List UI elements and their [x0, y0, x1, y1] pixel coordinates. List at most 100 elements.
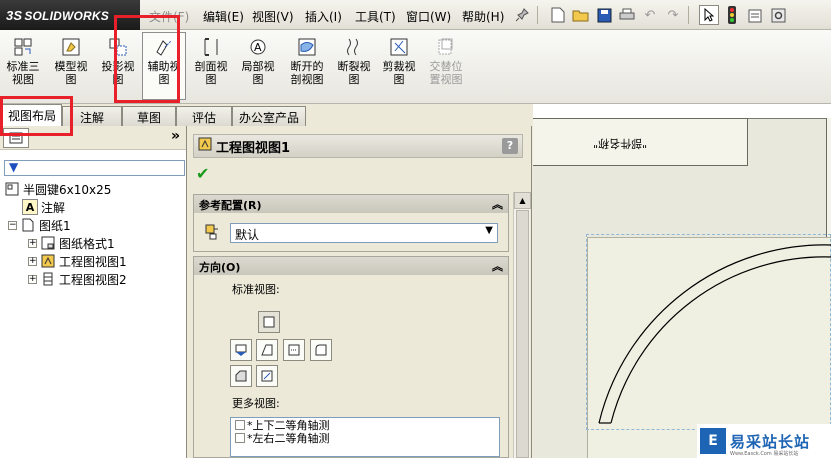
- tab-annotation[interactable]: 注解: [62, 106, 122, 126]
- model-view-icon: [60, 36, 82, 58]
- break-view-icon: [343, 36, 365, 58]
- bottom-view-icon: [235, 370, 247, 382]
- print-icon[interactable]: [617, 5, 637, 25]
- projected-view-label: 投影视 图: [101, 60, 135, 86]
- command-manager-tabs: 视图布局 注解 草图 评估 办公室产品: [0, 104, 532, 126]
- file-properties-icon[interactable]: [745, 5, 765, 25]
- part-name-note[interactable]: "部件名称": [593, 136, 647, 152]
- crop-view-button[interactable]: 剪裁视 图: [378, 36, 420, 86]
- detail-view-button[interactable]: A 局部视 图: [237, 36, 279, 86]
- bottom-view-button[interactable]: [230, 365, 252, 387]
- crop-view-label: 剪裁视 图: [382, 60, 416, 86]
- checkbox-box[interactable]: [235, 419, 245, 430]
- front-view-icon: [263, 316, 275, 328]
- tree-drawing-view-2-label: 工程图视图2: [59, 272, 127, 287]
- right-view-icon: [288, 344, 300, 356]
- configuration-icon: [204, 223, 220, 244]
- sheet-icon: [20, 217, 36, 233]
- menu-file[interactable]: 文件(F): [149, 8, 189, 25]
- tree-sheet-format-label: 图纸格式1: [59, 236, 115, 251]
- auxiliary-view-button[interactable]: 辅助视 图: [142, 32, 186, 100]
- expand-toggle-icon[interactable]: +: [28, 274, 37, 284]
- solidworks-logo[interactable]: 3S SOLIDWORKS: [0, 0, 140, 30]
- top-view-button[interactable]: [230, 339, 252, 361]
- more-views-list[interactable]: *上下二等角轴测 *左右二等角轴测: [230, 417, 500, 457]
- alternate-position-view-button[interactable]: 交替位 置视图: [424, 36, 468, 86]
- property-manager-title-bar: 工程图视图1 ?: [193, 134, 523, 158]
- svg-text:A: A: [254, 41, 262, 54]
- tab-office-products[interactable]: 办公室产品: [232, 106, 306, 126]
- menu-edit[interactable]: 编辑(E): [203, 8, 244, 25]
- collapse-toggle-icon[interactable]: −: [8, 220, 17, 230]
- menu-help[interactable]: 帮助(H): [462, 8, 504, 25]
- left-view-button[interactable]: [256, 339, 278, 361]
- tree-annotations[interactable]: A 注解: [22, 198, 65, 216]
- crop-view-icon: [388, 36, 410, 58]
- isometric-view-button[interactable]: [256, 365, 278, 387]
- top-view-icon: [235, 344, 247, 356]
- tree-filter-input[interactable]: ▼: [4, 160, 185, 176]
- drawing-document-icon: [4, 181, 20, 197]
- tree-drawing-view-2[interactable]: + 工程图视图2: [28, 270, 127, 288]
- expand-toggle-icon[interactable]: +: [28, 238, 37, 248]
- menu-insert[interactable]: 插入(I): [305, 8, 342, 25]
- options-gear-icon[interactable]: [768, 5, 788, 25]
- annotation-a-icon: A: [22, 199, 38, 215]
- collapse-double-chevron-icon[interactable]: ︽: [492, 258, 503, 274]
- more-view-checkbox-1[interactable]: *左右二等角轴测: [231, 431, 499, 445]
- tab-sketch[interactable]: 草图: [122, 106, 176, 126]
- save-icon[interactable]: [594, 5, 614, 25]
- reference-configuration-title: 参考配置(R): [199, 199, 262, 212]
- scrollbar-thumb[interactable]: [516, 210, 529, 458]
- model-view-button[interactable]: 模型视 图: [50, 36, 92, 86]
- redo-icon[interactable]: ↷: [663, 5, 683, 25]
- auxiliary-view-label: 辅助视 图: [147, 60, 181, 86]
- front-view-button[interactable]: [258, 311, 280, 333]
- auxiliary-drawing-view-icon: [40, 271, 56, 287]
- standard-views-label: 标准视图:: [232, 283, 280, 296]
- break-view-button[interactable]: 断裂视 图: [333, 36, 375, 86]
- right-view-button[interactable]: [283, 339, 305, 361]
- tree-sheet[interactable]: − 图纸1: [8, 216, 71, 234]
- standard-3-view-label: 标准三 视图: [6, 60, 40, 86]
- tree-drawing-view-1[interactable]: + 工程图视图1: [28, 252, 127, 270]
- section-view-button[interactable]: 剖面视 图: [190, 36, 232, 86]
- rebuild-traffic-light-icon[interactable]: [722, 5, 742, 25]
- reference-configuration-select[interactable]: 默认 ▼: [230, 223, 498, 243]
- menu-tools[interactable]: 工具(T): [355, 8, 396, 25]
- expand-panel-chevron-icon[interactable]: »: [171, 128, 180, 144]
- orientation-group: 方向(O) ︽ 标准视图: 更多视图: *上下二等角轴测 *左右二等角轴测: [193, 256, 509, 458]
- standard-3-view-button[interactable]: 标准三 视图: [2, 36, 44, 86]
- new-document-icon[interactable]: [548, 5, 568, 25]
- reference-configuration-header[interactable]: 参考配置(R) ︽: [194, 195, 508, 213]
- menu-window[interactable]: 窗口(W): [406, 8, 451, 25]
- tree-sheet-format[interactable]: + 图纸格式1: [28, 234, 115, 252]
- checkbox-box[interactable]: [235, 432, 245, 443]
- scroll-up-arrow-icon[interactable]: ▲: [514, 192, 531, 209]
- collapse-double-chevron-icon[interactable]: ︽: [492, 196, 503, 212]
- break-view-label: 断裂视 图: [337, 60, 371, 86]
- expand-toggle-icon[interactable]: +: [28, 256, 37, 266]
- projected-view-button[interactable]: 投影视 图: [97, 36, 139, 86]
- projected-view-icon: [107, 36, 129, 58]
- tab-evaluate[interactable]: 评估: [176, 106, 232, 126]
- property-manager-scrollbar[interactable]: ▲: [513, 192, 531, 458]
- help-button[interactable]: ?: [502, 138, 518, 154]
- orientation-header[interactable]: 方向(O) ︽: [194, 257, 508, 275]
- broken-out-section-button[interactable]: 断开的 剖视图: [286, 36, 328, 86]
- tree-annotations-label: 注解: [41, 200, 66, 215]
- feature-manager-tree-tab[interactable]: [3, 128, 29, 148]
- pin-icon[interactable]: [512, 5, 532, 25]
- ok-checkmark-button[interactable]: ✔: [196, 164, 209, 183]
- select-arrow-icon[interactable]: [699, 5, 719, 25]
- menu-view[interactable]: 视图(V): [252, 8, 294, 25]
- alternate-position-view-label: 交替位 置视图: [429, 60, 463, 86]
- auxiliary-view-icon: [153, 36, 175, 58]
- tab-view-layout[interactable]: 视图布局: [2, 104, 62, 126]
- undo-icon[interactable]: ↶: [640, 5, 660, 25]
- tree-drawing-view-1-label: 工程图视图1: [59, 254, 127, 269]
- toolbar-separator: [537, 6, 543, 24]
- open-folder-icon[interactable]: [571, 5, 591, 25]
- tree-root-drawing[interactable]: 半圆键6x10x25: [4, 180, 111, 198]
- back-view-button[interactable]: [310, 339, 332, 361]
